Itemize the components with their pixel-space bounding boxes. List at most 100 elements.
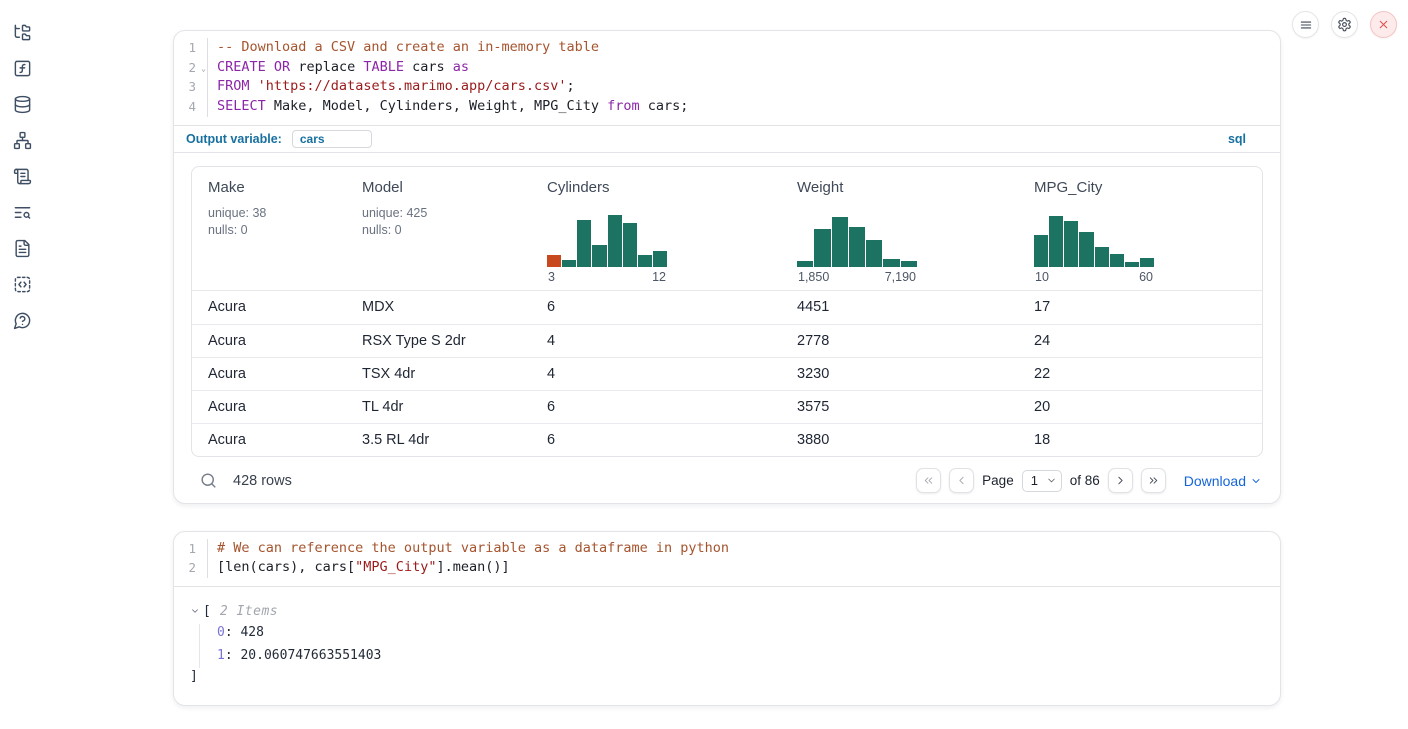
histogram: [1034, 214, 1154, 267]
data-table: Makeunique: 38nulls: 0Modelunique: 425nu…: [191, 166, 1263, 457]
histogram-bar: [653, 251, 667, 267]
page-label: Page: [982, 473, 1014, 488]
column-header-make[interactable]: Makeunique: 38nulls: 0: [208, 167, 362, 290]
code-line[interactable]: 1# We can reference the output variable …: [174, 539, 1280, 559]
table-row[interactable]: AcuraRSX Type S 2dr4277824: [192, 324, 1262, 357]
column-name: Cylinders: [547, 179, 797, 196]
page-select[interactable]: 1: [1022, 470, 1062, 492]
table-row[interactable]: AcuraTSX 4dr4323022: [192, 357, 1262, 390]
previous-page-button[interactable]: [949, 468, 974, 493]
line-number: 2: [174, 558, 208, 578]
histogram-bar: [866, 240, 882, 267]
chevron-down-icon: [1046, 475, 1057, 486]
column-histogram[interactable]: 1,8507,190: [797, 214, 917, 284]
sidebar-item-file-explorer[interactable]: [11, 22, 33, 42]
table-cell: 2778: [797, 333, 1034, 349]
table-cell: 3230: [797, 366, 1034, 382]
code-text: # We can reference the output variable a…: [208, 539, 729, 559]
hamburger-menu-icon: [1299, 18, 1313, 32]
chevron-left-icon: [955, 474, 968, 487]
histogram-bar: [608, 215, 622, 266]
collapse-chevron-icon[interactable]: [190, 606, 200, 616]
column-header-weight[interactable]: Weight1,8507,190: [797, 167, 1034, 290]
result-item-key: 1: [217, 648, 225, 663]
table-cell: 18: [1034, 432, 1262, 448]
help-bubble-icon: [13, 311, 32, 330]
sidebar-item-snippets[interactable]: [11, 274, 33, 294]
text-search-icon: [13, 203, 32, 222]
line-number: 4: [174, 97, 208, 117]
chevrons-left-icon: [922, 474, 935, 487]
histogram-axis-label: 12: [652, 270, 666, 284]
table-cell: Acura: [208, 432, 362, 448]
code-line[interactable]: 2⌄CREATE OR replace TABLE cars as: [174, 58, 1280, 78]
column-histogram[interactable]: 1060: [1034, 214, 1154, 284]
column-name: Model: [362, 179, 547, 196]
histogram-bar: [1095, 247, 1109, 267]
column-header-model[interactable]: Modelunique: 425nulls: 0: [362, 167, 547, 290]
next-page-button[interactable]: [1108, 468, 1133, 493]
sidebar-item-help[interactable]: [11, 310, 33, 330]
code-line[interactable]: 4SELECT Make, Model, Cylinders, Weight, …: [174, 97, 1280, 117]
histogram-axis-labels: 1,8507,190: [797, 267, 917, 284]
python-cell: 1 # We can reference the output variable …: [173, 531, 1281, 706]
last-page-button[interactable]: [1141, 468, 1166, 493]
histogram-bar: [547, 255, 561, 267]
histogram-bar: [901, 261, 917, 267]
code-line[interactable]: 1-- Download a CSV and create an in-memo…: [174, 38, 1280, 58]
close-icon: [1377, 18, 1390, 31]
search-button[interactable]: [199, 471, 218, 490]
output-variable-bar: Output variable: sql: [174, 125, 1280, 153]
sidebar-item-data-sources[interactable]: [11, 94, 33, 114]
sidebar-item-documentation[interactable]: [11, 238, 33, 258]
code-line[interactable]: 2[len(cars), cars["MPG_City"].mean()]: [174, 558, 1280, 578]
histogram-bar: [832, 217, 848, 266]
table-cell: 17: [1034, 299, 1262, 315]
result-tree-items: 0: 4281: 20.060747663551403: [190, 622, 1264, 667]
table-cell: 24: [1034, 333, 1262, 349]
code-square-icon: [13, 275, 32, 294]
sidebar-item-table-of-contents[interactable]: [11, 202, 33, 222]
code-text: CREATE OR replace TABLE cars as: [208, 58, 469, 78]
sidebar-item-variables[interactable]: [11, 58, 33, 78]
sql-cell: 1-- Download a CSV and create an in-memo…: [173, 30, 1281, 504]
table-row[interactable]: AcuraMDX6445117: [192, 291, 1262, 324]
settings-button[interactable]: [1331, 11, 1358, 38]
fold-chevron-icon[interactable]: ⌄: [201, 59, 206, 79]
sql-code-editor[interactable]: 1-- Download a CSV and create an in-memo…: [174, 31, 1280, 125]
column-stat: nulls: 0: [208, 222, 362, 239]
sidebar-item-dependency-graph[interactable]: [11, 130, 33, 150]
page-total-label: of 86: [1070, 473, 1100, 488]
file-text-icon: [13, 239, 32, 258]
output-variable-input[interactable]: [292, 130, 372, 148]
code-text: [len(cars), cars["MPG_City"].mean()]: [208, 558, 510, 578]
histogram-bar: [849, 227, 865, 267]
sidebar-item-logs[interactable]: [11, 166, 33, 186]
table-cell: 4: [547, 366, 797, 382]
histogram-bar: [562, 260, 576, 267]
row-count: 428 rows: [233, 473, 292, 489]
column-header-cylinders[interactable]: Cylinders 312: [547, 167, 797, 290]
histogram-bar: [1079, 232, 1093, 267]
shutdown-button[interactable]: [1370, 11, 1397, 38]
result-item-value: 20.060747663551403: [240, 648, 381, 663]
table-cell: TSX 4dr: [362, 366, 547, 382]
code-line[interactable]: 3FROM 'https://datasets.marimo.app/cars.…: [174, 77, 1280, 97]
table-footer: 428 rows Page 1 of 86: [191, 457, 1263, 503]
column-header-mpg_city[interactable]: MPG_City1060: [1034, 167, 1262, 290]
table-cell: TL 4dr: [362, 399, 547, 415]
column-stats: unique: 38nulls: 0: [208, 205, 362, 240]
menu-button[interactable]: [1292, 11, 1319, 38]
column-stat: nulls: 0: [362, 222, 547, 239]
table-row[interactable]: AcuraTL 4dr6357520: [192, 390, 1262, 423]
python-code-editor[interactable]: 1# We can reference the output variable …: [174, 532, 1280, 586]
download-button[interactable]: Download: [1184, 473, 1262, 489]
result-item: 1: 20.060747663551403: [190, 645, 1264, 668]
table-body: AcuraMDX6445117AcuraRSX Type S 2dr427782…: [192, 291, 1262, 456]
first-page-button[interactable]: [916, 468, 941, 493]
chevron-right-icon: [1114, 474, 1127, 487]
histogram-bar: [577, 220, 591, 267]
table-row[interactable]: Acura3.5 RL 4dr6388018: [192, 423, 1262, 456]
chevron-down-icon: [1250, 475, 1262, 487]
column-histogram[interactable]: 312: [547, 214, 667, 284]
